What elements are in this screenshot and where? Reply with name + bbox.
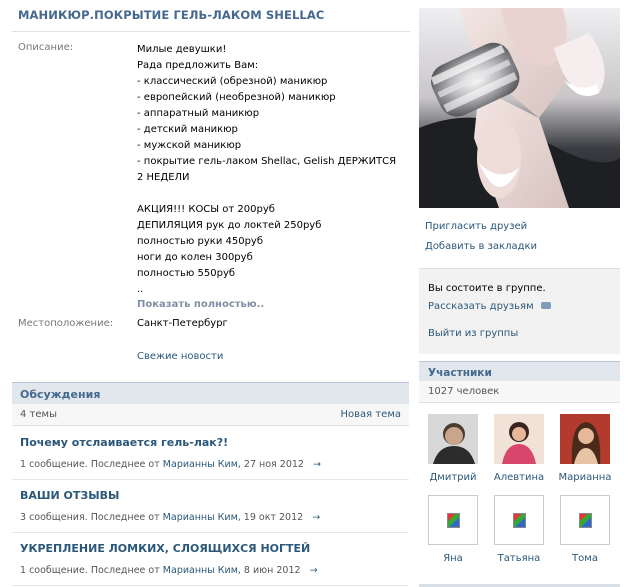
member-name[interactable]: Яна xyxy=(423,553,483,564)
topic-meta: 1 сообщение. Последнее от Марианны Ким, … xyxy=(20,459,321,470)
tell-friends-row[interactable]: Рассказать друзьям xyxy=(428,301,551,312)
topic-title-link[interactable]: УКРЕПЛЕНИЕ ЛОМКИХ, СЛОЯЩИХСЯ НОГТЕЙ xyxy=(20,542,310,555)
go-to-last-arrow-icon[interactable]: → xyxy=(310,565,318,576)
members-header[interactable]: Участники xyxy=(419,361,620,381)
topic-title-link[interactable]: ВАШИ ОТЗЫВЫ xyxy=(20,489,119,502)
location-value: Санкт-Петербург xyxy=(137,318,228,329)
description-line: - европейский (необрезной) маникюр xyxy=(137,92,336,103)
avatar-photo-icon xyxy=(494,414,544,464)
description-line: полностью 550руб xyxy=(137,268,236,279)
topic-row: ВАШИ ОТЗЫВЫ 3 сообщения. Последнее от Ма… xyxy=(12,480,409,533)
add-bookmark-link[interactable]: Добавить в закладки xyxy=(425,241,537,252)
description-line: ноги до колен 300руб xyxy=(137,252,253,263)
manicure-photo-icon xyxy=(419,8,620,208)
leave-group-link[interactable]: Выйти из группы xyxy=(428,328,518,339)
latest-news-link[interactable]: Свежие новости xyxy=(137,351,223,362)
discussions-title[interactable]: Обсуждения xyxy=(20,388,100,401)
topic-date: 19 окт 2012 xyxy=(243,512,304,523)
go-to-last-arrow-icon[interactable]: → xyxy=(312,512,320,523)
description-line: - аппаратный маникюр xyxy=(137,108,260,119)
invite-friends-link[interactable]: Пригласить друзей xyxy=(425,221,527,232)
description-line: - детский маникюр xyxy=(137,124,238,135)
member-card[interactable]: Татьяна xyxy=(489,495,549,564)
avatar[interactable] xyxy=(494,414,544,464)
discussions-summary: 4 темы Новая тема xyxy=(12,404,409,426)
avatar[interactable] xyxy=(560,414,610,464)
avatar-placeholder[interactable] xyxy=(494,495,544,545)
topic-meta-text: 1 сообщение. Последнее от xyxy=(20,459,160,470)
membership-status: Вы состоите в группе. xyxy=(428,283,546,294)
topic-date: 8 июн 2012 xyxy=(243,565,301,576)
last-author-link[interactable]: Марианны Ким, xyxy=(163,459,241,470)
members-count: 1027 человек xyxy=(428,386,500,397)
topic-meta: 3 сообщения. Последнее от Марианны Ким, … xyxy=(20,512,320,523)
title-divider xyxy=(12,31,410,32)
avatar[interactable] xyxy=(428,414,478,464)
description-line: .. xyxy=(137,284,144,295)
member-card[interactable]: Тома xyxy=(555,495,615,564)
topic-title-link[interactable]: Почему отслаивается гель-лак?! xyxy=(20,436,228,449)
avatar-photo-icon xyxy=(428,414,478,464)
member-card[interactable]: Алевтина xyxy=(489,414,549,483)
broken-image-icon xyxy=(579,513,592,528)
member-card[interactable]: Дмитрий xyxy=(423,414,483,483)
description-line: Милые девушки! xyxy=(137,44,227,55)
description-line: Рада предложить Вам: xyxy=(137,60,259,71)
broken-image-icon xyxy=(513,513,526,528)
member-name[interactable]: Марианна xyxy=(555,472,615,483)
avatar-placeholder[interactable] xyxy=(428,495,478,545)
description-label: Описание: xyxy=(18,42,74,53)
topic-meta-text: 1 сообщение. Последнее от xyxy=(20,565,160,576)
member-name[interactable]: Татьяна xyxy=(489,553,549,564)
member-card[interactable]: Яна xyxy=(423,495,483,564)
description-line: полностью руки 450руб xyxy=(137,236,264,247)
description-line: - мужской маникюр xyxy=(137,140,242,151)
description-line xyxy=(137,186,405,202)
speech-bubble-icon[interactable] xyxy=(540,302,551,309)
description-line: АКЦИЯ!!! КОСЫ от 200руб xyxy=(137,204,275,215)
tell-friends-link[interactable]: Рассказать друзьям xyxy=(428,301,534,312)
group-cover-photo[interactable] xyxy=(419,8,620,208)
last-author-link[interactable]: Марианны Ким, xyxy=(163,565,241,576)
members-count-row: 1027 человек xyxy=(419,381,620,403)
members-title[interactable]: Участники xyxy=(428,367,492,379)
page-title: МАНИКЮР.ПОКРЫТИЕ ГЕЛЬ-ЛАКОМ SHELLAC xyxy=(18,8,325,22)
avatar-photo-icon xyxy=(560,414,610,464)
description-line: ДЕПИЛЯЦИЯ рук до локтей 250руб xyxy=(137,220,322,231)
topics-count: 4 темы xyxy=(20,409,57,420)
discussions-header[interactable]: Обсуждения xyxy=(12,382,409,404)
show-more-link[interactable]: Показать полностью.. xyxy=(137,299,264,310)
description-text: Милые девушки! Рада предложить Вам: - кл… xyxy=(137,42,405,298)
member-card[interactable]: Марианна xyxy=(555,414,615,483)
new-topic-link[interactable]: Новая тема xyxy=(340,409,401,420)
avatar-placeholder[interactable] xyxy=(560,495,610,545)
topic-date: 27 ноя 2012 xyxy=(243,459,304,470)
broken-image-icon xyxy=(447,513,460,528)
topic-meta-text: 3 сообщения. Последнее от xyxy=(20,512,160,523)
topic-row: Почему отслаивается гель-лак?! 1 сообщен… xyxy=(12,427,409,480)
member-name[interactable]: Алевтина xyxy=(489,472,549,483)
description-line: - классический (обрезной) маникюр xyxy=(137,76,328,87)
member-name[interactable]: Тома xyxy=(555,553,615,564)
member-name[interactable]: Дмитрий xyxy=(423,472,483,483)
topic-row: УКРЕПЛЕНИЕ ЛОМКИХ, СЛОЯЩИХСЯ НОГТЕЙ 1 со… xyxy=(12,533,409,586)
membership-box: Вы состоите в группе. Рассказать друзьям… xyxy=(419,268,620,354)
topic-meta: 1 сообщение. Последнее от Марианны Ким, … xyxy=(20,565,318,576)
go-to-last-arrow-icon[interactable]: → xyxy=(313,459,321,470)
last-author-link[interactable]: Марианны Ким, xyxy=(163,512,241,523)
location-label: Местоположение: xyxy=(18,318,114,329)
description-line: - покрытие гель-лаком Shellac, Gelish ДЕ… xyxy=(137,156,397,183)
